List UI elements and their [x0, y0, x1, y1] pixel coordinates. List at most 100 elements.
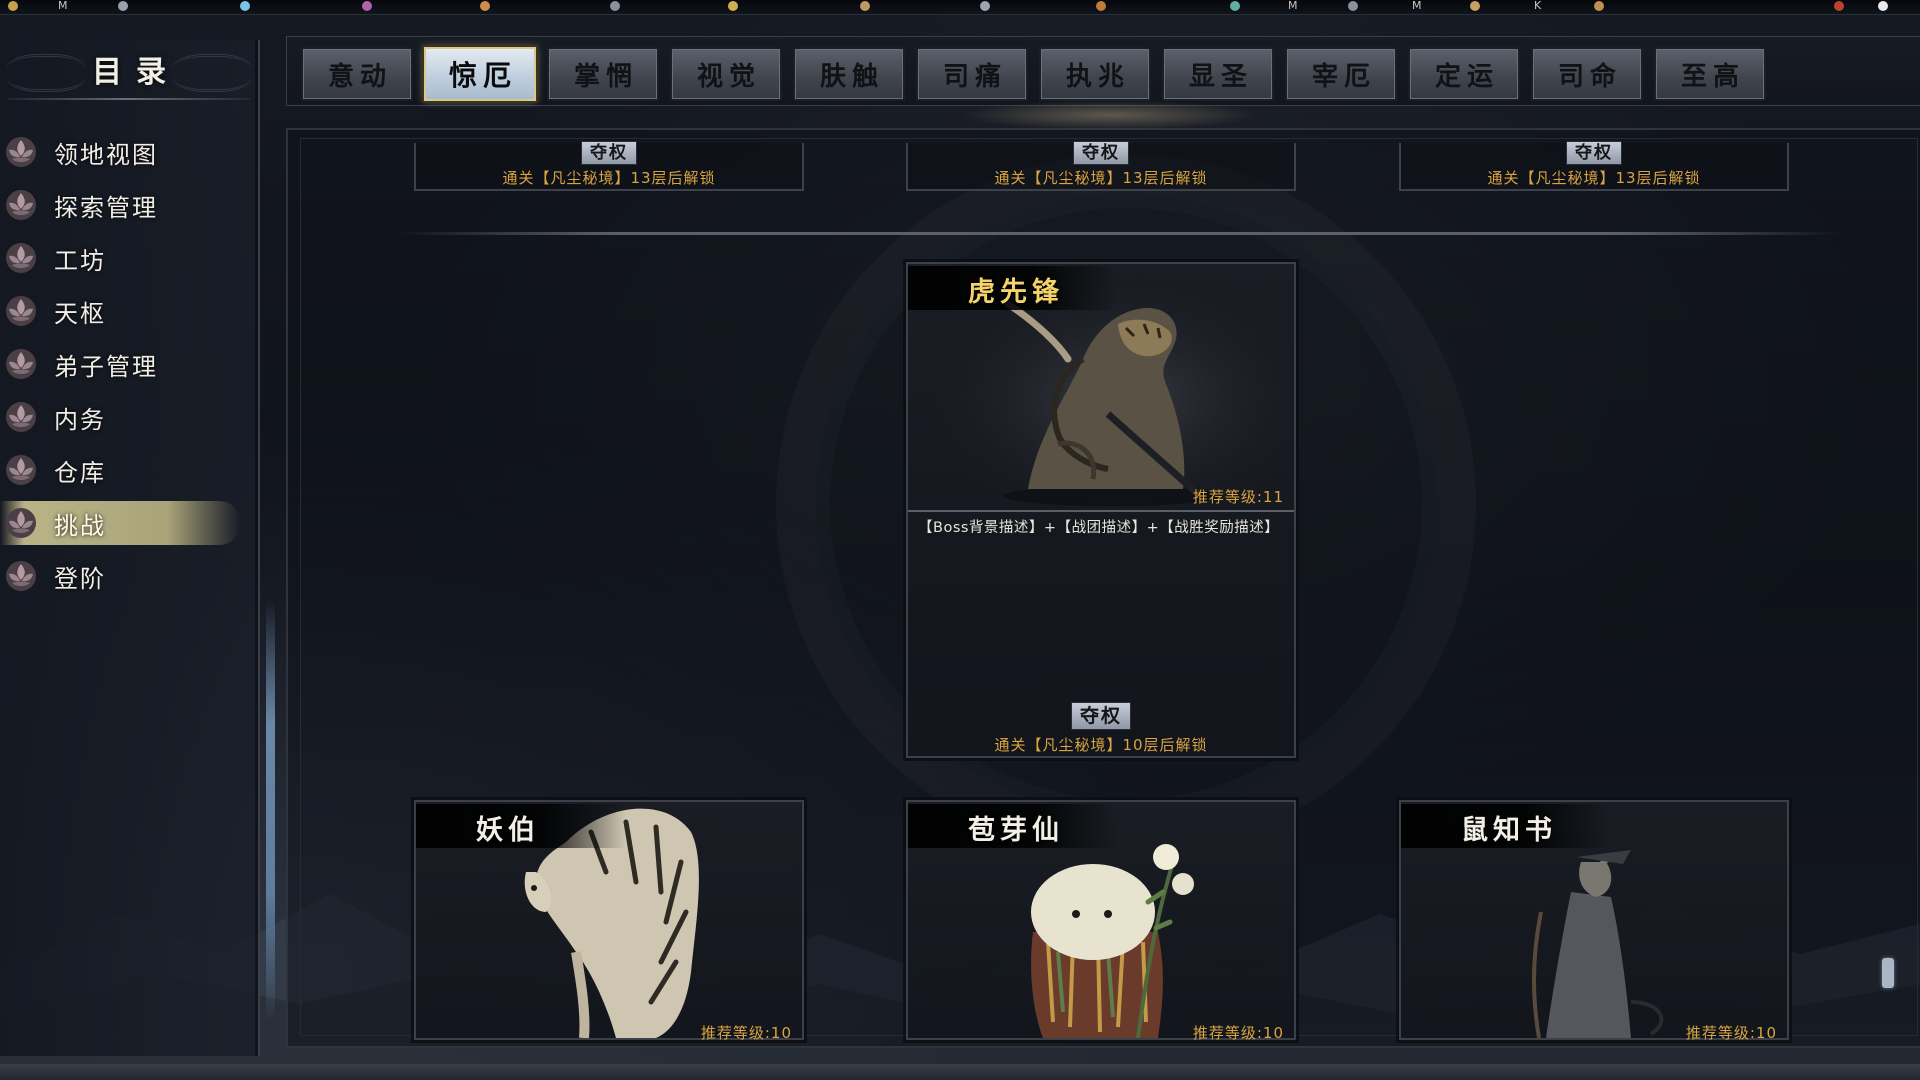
hud-resource-icon — [240, 1, 250, 11]
tab-label: 司命 — [1557, 61, 1622, 92]
lotus-icon — [4, 347, 38, 381]
tab-1[interactable]: 惊厄 — [424, 47, 536, 101]
sidebar-item-label: 工坊 — [54, 246, 106, 275]
hud-resource-icon — [610, 1, 620, 11]
tab-3[interactable]: 视觉 — [670, 47, 782, 101]
tab-7[interactable]: 显圣 — [1162, 47, 1274, 101]
lotus-icon — [4, 135, 38, 169]
tab-6[interactable]: 执兆 — [1039, 47, 1151, 101]
lotus-icon — [4, 559, 38, 593]
hud-mark: M — [1288, 0, 1298, 12]
hud-resource-icon — [980, 1, 990, 11]
tab-label: 司痛 — [942, 61, 1007, 92]
lotus-icon — [4, 188, 38, 222]
featured-boss-card[interactable]: 虎先锋 推荐等级:11 【Boss背景描述】+【战团描述】+【战胜奖励描述】 夺… — [906, 262, 1296, 758]
tab-label: 惊厄 — [448, 59, 517, 92]
seize-badge: 夺权 — [1566, 141, 1622, 165]
sidebar-header: 目录 — [0, 40, 258, 98]
locked-boss-slot[interactable]: 夺权 通关【凡尘秘境】13层后解锁 — [1399, 141, 1789, 191]
unlock-condition: 通关【凡尘秘境】13层后解锁 — [1487, 169, 1701, 187]
locked-boss-slot[interactable]: 夺权 通关【凡尘秘境】13层后解锁 — [906, 141, 1296, 191]
boss-name: 虎先锋 — [968, 277, 1064, 308]
sidebar-title: 目录 — [92, 55, 180, 90]
game-screen: M M M K 目录 领地视图探索管理工坊天枢弟子管理内务仓库挑战登阶 意动 惊厄… — [0, 0, 1920, 1080]
tab-0[interactable]: 意动 — [301, 47, 413, 101]
boss-name: 鼠知书 — [1461, 815, 1557, 846]
seize-badge: 夺权 — [581, 141, 637, 165]
scrollbar-thumb[interactable] — [1882, 958, 1894, 988]
sidebar-item-2[interactable]: 工坊 — [0, 236, 240, 280]
tab-10[interactable]: 司命 — [1531, 47, 1643, 101]
boss-card[interactable]: 苞芽仙 推荐等级:10 — [906, 800, 1296, 1042]
sidebar-item-0[interactable]: 领地视图 — [0, 130, 240, 174]
lotus-icon — [4, 453, 38, 487]
recommended-level: 推荐等级:10 — [700, 1024, 792, 1042]
unlock-condition: 通关【凡尘秘境】13层后解锁 — [994, 169, 1208, 187]
lotus-icon — [4, 241, 38, 275]
hud-resource-icon — [1470, 1, 1480, 11]
tab-label: 肤触 — [819, 61, 884, 92]
tab-label: 意动 — [327, 61, 392, 92]
sidebar-item-label: 领地视图 — [54, 140, 158, 169]
hud-resource-icon — [1096, 1, 1106, 11]
boss-card[interactable]: 鼠知书 推荐等级:10 — [1399, 800, 1789, 1042]
tab-label: 掌惘 — [573, 61, 638, 92]
row-divider — [400, 232, 1840, 235]
seize-badge: 夺权 — [1073, 141, 1129, 165]
tab-9[interactable]: 定运 — [1408, 47, 1520, 101]
lotus-icon — [4, 294, 38, 328]
tab-8[interactable]: 宰厄 — [1285, 47, 1397, 101]
sidebar-item-4[interactable]: 弟子管理 — [0, 342, 240, 386]
sidebar-accent-stripe — [266, 600, 275, 1020]
tab-label: 显圣 — [1188, 61, 1253, 92]
gear-icon[interactable] — [1878, 1, 1888, 11]
sidebar-item-7[interactable]: 挑战 — [0, 501, 240, 545]
tab-11[interactable]: 至高 — [1654, 47, 1766, 101]
recommended-level: 推荐等级:11 — [1192, 488, 1284, 506]
seize-button[interactable]: 夺权 — [1070, 702, 1132, 730]
hud-resource-icon — [362, 1, 372, 11]
sidebar-item-label: 天枢 — [54, 299, 106, 328]
tab-5[interactable]: 司痛 — [916, 47, 1028, 101]
top-hud-strip: M M M K — [0, 0, 1920, 15]
hud-resource-icon — [860, 1, 870, 11]
sidebar-item-label: 登阶 — [54, 564, 106, 593]
sidebar-item-label: 探索管理 — [54, 193, 158, 222]
hud-resource-icon — [1230, 1, 1240, 11]
sidebar-item-label: 内务 — [54, 405, 106, 434]
boss-name: 苞芽仙 — [968, 815, 1064, 846]
sidebar-divider — [8, 98, 250, 100]
unlock-condition: 通关【凡尘秘境】13层后解锁 — [502, 169, 716, 187]
locked-boss-slot[interactable]: 夺权 通关【凡尘秘境】13层后解锁 — [414, 141, 804, 191]
lotus-icon — [4, 400, 38, 434]
glow-decoration — [960, 100, 1260, 130]
card-divider — [908, 510, 1294, 512]
sidebar-item-1[interactable]: 探索管理 — [0, 183, 240, 227]
tab-label: 宰厄 — [1311, 61, 1376, 92]
boss-description: 【Boss背景描述】+【战团描述】+【战胜奖励描述】 — [918, 520, 1280, 536]
hud-mark: M — [1412, 0, 1422, 12]
bottom-strip — [0, 1064, 1920, 1080]
hud-resource-icon — [8, 1, 18, 11]
tab-4[interactable]: 肤触 — [793, 47, 905, 101]
sidebar-item-5[interactable]: 内务 — [0, 395, 240, 439]
recommended-level: 推荐等级:10 — [1685, 1024, 1777, 1042]
cloud-ornament-icon — [6, 54, 86, 92]
hud-resource-icon — [1594, 1, 1604, 11]
sidebar-item-3[interactable]: 天枢 — [0, 289, 240, 333]
hud-mark: M — [58, 0, 68, 12]
sidebar-item-8[interactable]: 登阶 — [0, 554, 240, 598]
tab-label: 执兆 — [1065, 61, 1130, 92]
lotus-icon — [4, 506, 38, 540]
sidebar-item-label: 挑战 — [54, 511, 106, 540]
boss-card[interactable]: 妖伯 推荐等级:10 — [414, 800, 804, 1042]
sidebar-item-label: 仓库 — [54, 458, 106, 487]
tab-bar: 意动 惊厄 掌惘 视觉 肤触 司痛 执兆 显圣 宰厄 定运 司命 至高 — [286, 36, 1920, 106]
tab-2[interactable]: 掌惘 — [547, 47, 659, 101]
sidebar-item-6[interactable]: 仓库 — [0, 448, 240, 492]
hud-mark: K — [1534, 0, 1542, 12]
tab-label: 视觉 — [696, 61, 761, 92]
sidebar: 目录 领地视图探索管理工坊天枢弟子管理内务仓库挑战登阶 — [0, 40, 260, 1056]
hud-resource-icon — [480, 1, 490, 11]
alert-icon[interactable] — [1834, 1, 1844, 11]
